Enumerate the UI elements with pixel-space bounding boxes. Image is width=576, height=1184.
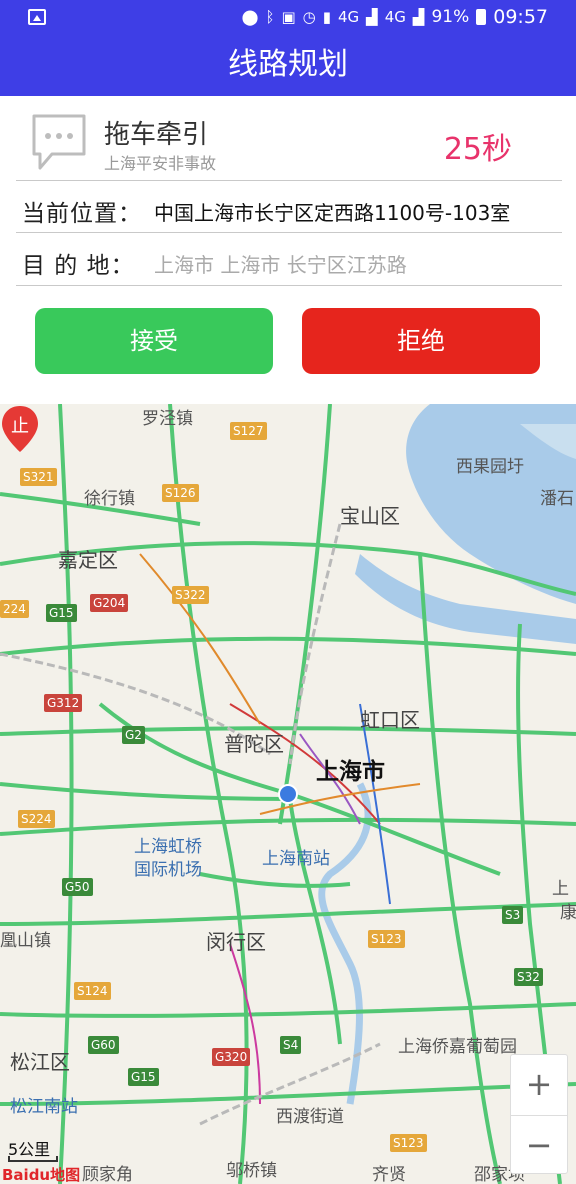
destination-pin-icon[interactable]: 止 xyxy=(0,404,40,454)
zoom-controls: + − xyxy=(510,1054,568,1174)
map-label-gujiao: 顾家角 xyxy=(82,1165,133,1184)
map-label-hongqiao-2: 国际机场 xyxy=(134,860,202,880)
divider xyxy=(16,285,562,286)
map-label-luojing: 罗泾镇 xyxy=(142,409,193,429)
countdown-timer: 25秒 xyxy=(443,132,512,167)
network-4g-icon-2: 4G xyxy=(384,8,406,26)
divider xyxy=(16,180,562,181)
map-label-zhuqiao: 邬桥镇 xyxy=(226,1161,277,1181)
battery-percent: 91% xyxy=(431,7,470,27)
road-badge: G50 xyxy=(62,878,93,896)
destination-label: 目 的 地： xyxy=(22,253,135,279)
map-label-panshi: 潘石 xyxy=(540,489,574,509)
battery-icon xyxy=(476,9,487,25)
road-badge: S3 xyxy=(502,906,524,924)
map-label-songjiang-south: 松江南站 xyxy=(10,1097,78,1117)
status-icons: ⬤ ᛒ ▣ ◷ ▮ 4G ▟ 4G ▟ 91% 09:57 xyxy=(242,6,548,28)
pin-char: 止 xyxy=(11,416,29,437)
road-badge: S321 xyxy=(20,468,57,486)
map-label-kang-edge: 康 xyxy=(560,903,576,923)
signal-icon-2: ▟ xyxy=(412,8,425,26)
road-badge: S4 xyxy=(280,1036,302,1054)
nfc-icon: ▣ xyxy=(281,8,296,26)
road-badge: G2 xyxy=(122,726,145,744)
road-badge: S124 xyxy=(74,982,111,1000)
road-badge: G15 xyxy=(46,604,77,622)
destination-value: 上海市 上海市 长宁区江苏路 xyxy=(154,253,407,277)
current-location-icon xyxy=(278,784,298,804)
map-view[interactable]: 罗泾镇 西果园圩 徐行镇 宝山区 潘石 嘉定区 虹口区 普陀区 上海市 上海虹桥… xyxy=(0,404,576,1184)
accept-button[interactable]: 接受 xyxy=(35,308,273,374)
map-label-baoshan: 宝山区 xyxy=(340,504,400,528)
alarm-icon: ◷ xyxy=(302,8,316,26)
chat-icon xyxy=(32,114,86,170)
map-label-putuo: 普陀区 xyxy=(224,732,284,756)
bluetooth-icon: ᛒ xyxy=(265,8,275,26)
road-badge: G204 xyxy=(90,594,129,612)
service-subtitle: 上海平安非事故 xyxy=(104,154,217,173)
map-label-qixian: 齐贤 xyxy=(372,1165,406,1184)
map-label-xuhang: 徐行镇 xyxy=(84,489,135,509)
road-badge: G60 xyxy=(88,1036,119,1054)
current-location-label: 当前位置： xyxy=(22,201,142,227)
road-badge: S123 xyxy=(368,930,405,948)
map-scale-bar xyxy=(8,1156,58,1162)
road-badge: S126 xyxy=(162,484,199,502)
location-icon: ⬤ xyxy=(241,8,259,26)
divider xyxy=(16,232,562,233)
zoom-in-button[interactable]: + xyxy=(511,1055,567,1114)
road-badge: G312 xyxy=(44,694,83,712)
map-label-qiaojia: 上海侨嘉葡萄园 xyxy=(398,1037,517,1057)
network-4g-icon: 4G xyxy=(338,8,360,26)
map-label-jiading: 嘉定区 xyxy=(58,548,118,572)
road-badge: S123 xyxy=(390,1134,427,1152)
map-label-songjiang: 松江区 xyxy=(10,1050,70,1074)
status-bar: ⬤ ᛒ ▣ ◷ ▮ 4G ▟ 4G ▟ 91% 09:57 xyxy=(0,0,576,34)
zoom-out-button[interactable]: − xyxy=(511,1115,567,1174)
road-badge: 224 xyxy=(0,600,29,618)
map-label-shang-edge: 上 xyxy=(552,879,569,899)
map-label-shanghai: 上海市 xyxy=(316,759,385,785)
map-label-xiguoyu: 西果园圩 xyxy=(456,457,524,477)
service-title: 拖车牵引 xyxy=(104,120,209,150)
map-label-minhang: 闵行区 xyxy=(206,930,266,954)
page-title: 线路规划 xyxy=(0,34,576,96)
road-badge: G15 xyxy=(128,1068,159,1086)
sim-icon: ▮ xyxy=(322,8,331,26)
order-card: 拖车牵引 上海平安非事故 25秒 当前位置： 中国上海市长宁区定西路1100号-… xyxy=(8,96,568,404)
clock: 09:57 xyxy=(493,6,548,28)
road-badge: S224 xyxy=(18,810,55,828)
map-label-jiuting: 凰山镇 xyxy=(0,931,51,951)
signal-icon: ▟ xyxy=(366,8,378,26)
road-badge: S322 xyxy=(172,586,209,604)
road-badge: S127 xyxy=(230,422,267,440)
baidu-logo: Baidu地图 xyxy=(2,1166,81,1184)
map-label-hongkou: 虹口区 xyxy=(360,708,420,732)
gallery-icon xyxy=(28,9,46,25)
road-badge: G320 xyxy=(212,1048,251,1066)
map-label-south-station: 上海南站 xyxy=(262,849,330,869)
road-badge: S32 xyxy=(514,968,543,986)
map-label-xidu: 西渡街道 xyxy=(276,1107,344,1127)
current-location-value: 中国上海市长宁区定西路1100号-103室 xyxy=(154,201,511,225)
reject-button[interactable]: 拒绝 xyxy=(302,308,540,374)
map-label-hongqiao-1: 上海虹桥 xyxy=(134,837,202,857)
